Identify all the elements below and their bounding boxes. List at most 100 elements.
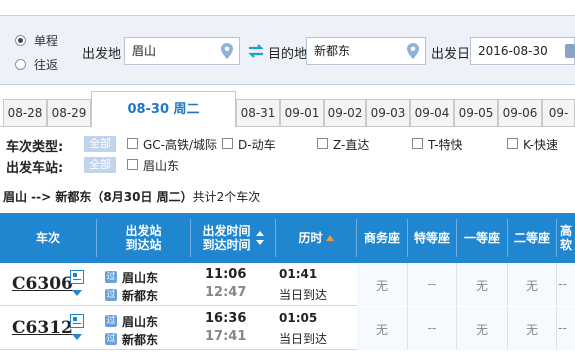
from-field[interactable]: 眉山 (124, 37, 240, 65)
from-value: 眉山 (132, 44, 157, 58)
th-second: 二等座 (508, 213, 556, 263)
trip-type-roundtrip[interactable]: 往返 (15, 56, 58, 73)
checkbox-d-label: D-动车 (238, 138, 276, 152)
route-text: 眉山 --> 新都东 (3, 190, 92, 204)
seat-premium: -- (427, 321, 437, 335)
seat-first: 无 (475, 323, 488, 337)
from-station: 眉山东 (122, 271, 159, 285)
duration: 01:41 (279, 267, 318, 281)
train-number[interactable]: C6306 (12, 274, 73, 294)
sort-icon[interactable] (253, 231, 264, 245)
checkbox-station-label: 眉山东 (143, 159, 180, 173)
checkbox-station-meishandong[interactable] (127, 159, 138, 170)
table-row: C6306 过 眉山东 过 新都东 11:06 12:47 01:41 当日到达… (0, 263, 575, 306)
th-times-bottom: 到达时间 (202, 238, 251, 252)
th-first-label: 一等座 (463, 231, 500, 245)
pass-badge: 过 (105, 315, 117, 327)
sort-up-icon (255, 231, 264, 236)
date-tab[interactable]: 09-06 (498, 99, 542, 127)
calendar-icon[interactable] (565, 44, 575, 58)
seat-high: -- (558, 321, 567, 335)
from-label: 出发地 (82, 47, 122, 62)
checkbox-d[interactable] (222, 138, 233, 149)
pass-badge: 过 (105, 333, 117, 345)
train-type-all-chip[interactable]: 全部 (84, 136, 116, 152)
trip-type-oneway-label: 单程 (34, 34, 59, 48)
th-duration[interactable]: 历时 (276, 213, 356, 263)
radio-oneway[interactable] (15, 35, 26, 46)
date-tab[interactable]: 09-03 (366, 99, 410, 127)
th-train: 车次 (0, 213, 96, 263)
th-train-label: 车次 (35, 231, 60, 245)
checkbox-z[interactable] (317, 138, 328, 149)
from-station: 眉山东 (122, 315, 159, 329)
th-high-top: 高 (559, 224, 572, 238)
cell-divider (456, 263, 457, 306)
date-tab[interactable]: 08-31 (236, 99, 280, 127)
to-station: 新都东 (122, 289, 159, 303)
date-tab[interactable]: 08-29 (47, 99, 91, 127)
to-field[interactable]: 新都东 (306, 37, 426, 65)
date-tab-active[interactable]: 08-30 周二 (91, 91, 236, 128)
train-number[interactable]: C6312 (12, 318, 73, 338)
th-premium-label: 特等座 (413, 231, 450, 245)
seat-second: 无 (525, 323, 538, 337)
expand-caret-icon[interactable] (72, 290, 82, 296)
th-stations[interactable]: 出发站 到达站 (97, 213, 190, 263)
location-pin-icon[interactable] (407, 43, 419, 59)
seat-business: 无 (375, 323, 388, 337)
th-premium: 特等座 (408, 213, 456, 263)
checkbox-k[interactable] (507, 138, 518, 149)
th-times-top: 出发时间 (202, 224, 251, 238)
date-tab[interactable]: 09-05 (454, 99, 498, 127)
date-tab[interactable]: 09-02 (324, 99, 366, 127)
route-count: 共计2个车次 (192, 190, 261, 204)
checkbox-gc-label: GC-高铁/城际 (143, 138, 218, 152)
date-tab[interactable]: 09-01 (280, 99, 324, 127)
results-table-header: 车次 出发站 到达站 出发时间 到达时间 历时 商务座 特等座 一等座 二等座 … (0, 213, 575, 263)
to-value: 新都东 (314, 44, 351, 58)
checkbox-z-label: Z-直达 (333, 138, 370, 152)
th-times[interactable]: 出发时间 到达时间 (191, 213, 275, 263)
detail-icon[interactable] (70, 314, 84, 328)
arrive-time: 17:41 (205, 329, 247, 344)
date-tab[interactable]: 09-07 (542, 99, 575, 127)
train-type-label: 车次类型: (6, 140, 64, 155)
expand-caret-icon[interactable] (72, 334, 82, 340)
th-second-label: 二等座 (513, 231, 550, 245)
arrive-day: 当日到达 (279, 288, 328, 302)
station-all-chip[interactable]: 全部 (84, 157, 116, 173)
date-label: 出发日 (431, 47, 471, 62)
date-value: 2016-08-30 (478, 44, 548, 58)
seat-first: 无 (475, 279, 488, 293)
date-tab[interactable]: 09-04 (410, 99, 454, 127)
trip-type-oneway[interactable]: 单程 (15, 32, 58, 49)
swap-icon[interactable] (247, 43, 265, 59)
sort-down-icon (255, 240, 264, 245)
checkbox-t[interactable] (412, 138, 423, 149)
checkbox-gc[interactable] (127, 138, 138, 149)
sort-asc-icon[interactable] (325, 235, 334, 241)
detail-icon[interactable] (70, 270, 84, 284)
th-high: 高 软 (557, 213, 575, 263)
trip-type-roundtrip-label: 往返 (34, 58, 59, 72)
th-first: 一等座 (457, 213, 507, 263)
date-field[interactable]: 2016-08-30 (470, 37, 575, 65)
pass-badge: 过 (105, 289, 117, 301)
location-pin-icon[interactable] (221, 43, 233, 59)
station-label: 出发车站: (6, 161, 64, 176)
seat-second: 无 (525, 279, 538, 293)
radio-roundtrip[interactable] (15, 59, 26, 70)
search-panel: 单程 往返 出发地 眉山 目的地 新都东 出发日 2016-08-30 (0, 15, 575, 85)
seat-business: 无 (375, 279, 388, 293)
to-label: 目的地 (268, 47, 308, 62)
arrive-time: 12:47 (205, 285, 247, 300)
th-business-label: 商务座 (363, 231, 400, 245)
to-station: 新都东 (122, 333, 159, 347)
seat-high: -- (558, 277, 567, 291)
seat-premium: -- (427, 277, 437, 291)
depart-time: 11:06 (205, 267, 247, 282)
duration: 01:05 (279, 311, 318, 325)
date-tab[interactable]: 08-28 (3, 99, 47, 127)
th-business: 商务座 (357, 213, 407, 263)
